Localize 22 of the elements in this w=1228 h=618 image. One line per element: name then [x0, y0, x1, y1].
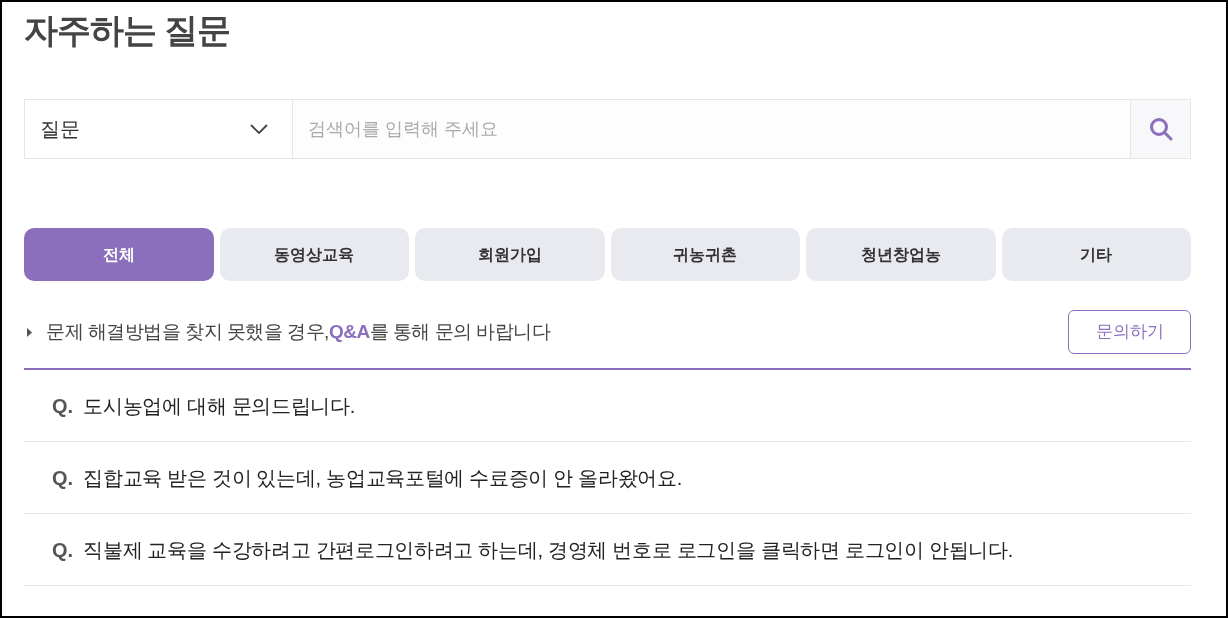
- inquiry-button[interactable]: 문의하기: [1068, 310, 1191, 354]
- question-marker: Q.: [52, 537, 74, 563]
- category-tab[interactable]: 귀농귀촌: [610, 228, 800, 281]
- category-tab[interactable]: 청년창업농: [806, 228, 996, 281]
- search-icon: [1148, 117, 1173, 141]
- chevron-down-icon: [250, 124, 268, 134]
- faq-question[interactable]: 직불제 교육을 수강하려고 간편로그인하려고 하는데, 경영체 번호로 로그인을 클릭하면 로그인이 안됩니다.: [83, 534, 1013, 565]
- page-title: 자주하는 질문: [24, 10, 231, 51]
- category-tab[interactable]: 기타: [1001, 228, 1191, 281]
- category-tab[interactable]: 동영상교육: [219, 228, 409, 281]
- search-button[interactable]: [1131, 99, 1191, 159]
- category-tab[interactable]: 회원가입: [415, 228, 605, 281]
- question-marker: Q.: [52, 465, 74, 491]
- category-tab[interactable]: 전체: [24, 228, 214, 281]
- search-field[interactable]: 검색어를 입력해 주세요: [292, 99, 1131, 159]
- category-select[interactable]: 질문: [24, 99, 292, 159]
- bullet-triangle-icon: [27, 327, 32, 337]
- faq-question[interactable]: 집합교육 받은 것이 있는데, 농업교육포털에 수료증이 안 올라왔어요.: [83, 462, 683, 493]
- faq-question[interactable]: 도시농업에 대해 문의드립니다.: [83, 390, 355, 421]
- qna-link[interactable]: Q&A: [328, 320, 370, 342]
- notice-text: 문제 해결방법을 찾지 못했을 경우,Q&A를 통해 문의 바랍니다: [46, 319, 551, 344]
- question-marker: Q.: [52, 393, 74, 419]
